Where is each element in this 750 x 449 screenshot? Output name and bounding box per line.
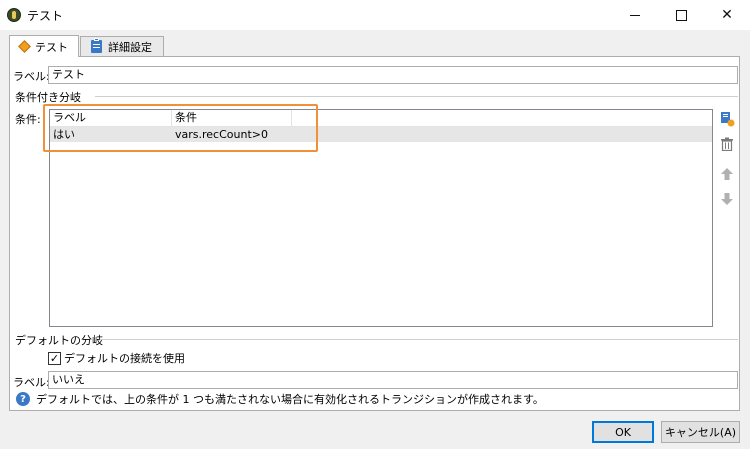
help-text: デフォルトでは、上の条件が 1 つも満たされない場合に有効化されるトランジション… — [36, 393, 544, 406]
arrow-down-icon — [721, 193, 733, 205]
conditional-group-title: 条件付き分岐 — [15, 91, 81, 104]
help-icon: ? — [16, 392, 30, 406]
move-up-button[interactable] — [719, 166, 735, 182]
maximize-button[interactable] — [658, 0, 704, 30]
move-down-button[interactable] — [719, 191, 735, 207]
tab-advanced-label: 詳細設定 — [108, 40, 152, 54]
tab-advanced-settings[interactable]: 詳細設定 — [80, 36, 164, 56]
default-group-title: デフォルトの分岐 — [15, 334, 103, 347]
default-connection-option[interactable]: ✓ デフォルトの接続を使用 — [48, 350, 185, 366]
diamond-icon — [18, 40, 31, 53]
column-header-empty — [292, 110, 712, 127]
help-row: ? デフォルトでは、上の条件が 1 つも満たされない場合に有効化されるトランジシ… — [16, 391, 544, 407]
close-icon: ✕ — [721, 7, 733, 23]
arrow-up-icon — [721, 168, 733, 180]
delete-button[interactable] — [719, 136, 735, 152]
maximize-icon — [675, 9, 687, 21]
cancel-button[interactable]: キャンセル(A) — [661, 421, 740, 443]
label-input[interactable]: テスト — [48, 66, 738, 84]
close-button[interactable]: ✕ — [704, 0, 750, 30]
conditions-caption: 条件: — [15, 113, 41, 126]
highlight-box — [43, 104, 318, 152]
default-group-divider — [100, 339, 738, 340]
group-divider — [95, 96, 738, 97]
add-icon — [721, 112, 735, 127]
add-condition-button[interactable] — [719, 111, 735, 127]
tab-test-label: テスト — [35, 40, 68, 54]
clipboard-icon — [91, 38, 102, 53]
minimize-icon — [630, 14, 640, 16]
tab-test[interactable]: テスト — [9, 35, 79, 57]
trash-icon — [721, 137, 733, 151]
label-caption: ラベル: — [13, 70, 50, 83]
ok-button[interactable]: OK — [592, 421, 654, 443]
default-label-input[interactable]: いいえ — [48, 371, 738, 389]
default-connection-checkbox[interactable]: ✓ — [48, 351, 61, 365]
default-label-caption: ラベル: — [13, 376, 50, 389]
app-icon — [7, 8, 21, 22]
window-title: テスト — [27, 9, 64, 23]
default-connection-label: デフォルトの接続を使用 — [64, 352, 185, 365]
minimize-button[interactable] — [612, 0, 658, 30]
